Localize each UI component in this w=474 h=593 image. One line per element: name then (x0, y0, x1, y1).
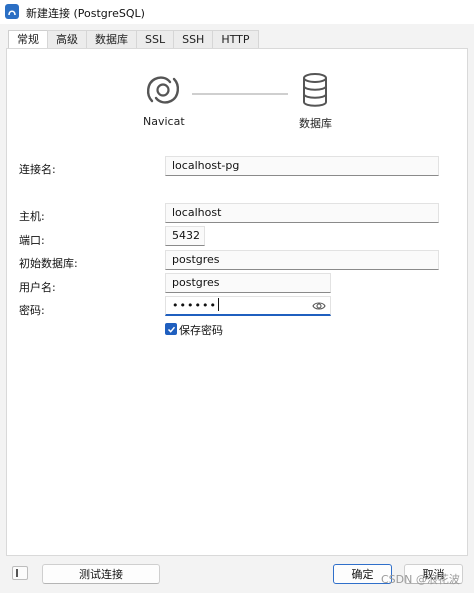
database-icon (301, 71, 329, 109)
connection-diagram: Navicat 数据库 (7, 49, 467, 139)
tab-http[interactable]: HTTP (212, 30, 259, 48)
initial-database-label: 初始数据库: (19, 257, 78, 270)
eye-icon[interactable] (312, 300, 326, 312)
save-password-checkbox[interactable] (165, 323, 177, 335)
general-panel: Navicat 数据库 连接名: localhost-pg 主机: localh… (6, 48, 468, 556)
connection-name-label: 连接名: (19, 163, 56, 176)
title-bar: 新建连接 (PostgreSQL) (0, 0, 474, 24)
save-password-label[interactable]: 保存密码 (179, 322, 223, 338)
tab-advanced[interactable]: 高级 (47, 30, 87, 48)
window-title: 新建连接 (PostgreSQL) (26, 7, 145, 20)
tab-ssh[interactable]: SSH (173, 30, 214, 48)
initial-database-input[interactable]: postgres (165, 250, 439, 270)
tab-ssl[interactable]: SSL (136, 30, 175, 48)
tab-general[interactable]: 常规 (8, 30, 48, 49)
navicat-app-icon (5, 4, 19, 19)
username-input[interactable]: postgres (165, 273, 331, 293)
password-value: •••••• (172, 299, 217, 312)
text-caret (217, 298, 219, 311)
checkmark-icon (167, 326, 175, 333)
panel-toggle-icon[interactable] (12, 566, 28, 580)
watermark: CSDN @浪花波 (381, 573, 460, 586)
password-input[interactable]: •••••• (165, 296, 331, 316)
database-label: 数据库 (299, 117, 332, 130)
tab-databases[interactable]: 数据库 (86, 30, 137, 48)
connection-line (192, 93, 288, 95)
port-label: 端口: (19, 234, 45, 247)
password-label: 密码: (19, 304, 45, 317)
test-connection-button[interactable]: 测试连接 (42, 564, 160, 584)
port-input[interactable]: 5432 (165, 226, 205, 246)
tab-bar: 常规 高级 数据库 SSL SSH HTTP (8, 30, 259, 49)
username-label: 用户名: (19, 281, 56, 294)
connection-name-input[interactable]: localhost-pg (165, 156, 439, 176)
connection-dialog: 新建连接 (PostgreSQL) 常规 高级 数据库 SSL SSH HTTP (0, 0, 474, 593)
host-label: 主机: (19, 210, 45, 223)
navicat-logo-icon (144, 71, 182, 109)
host-input[interactable]: localhost (165, 203, 439, 223)
navicat-label: Navicat (143, 115, 185, 128)
